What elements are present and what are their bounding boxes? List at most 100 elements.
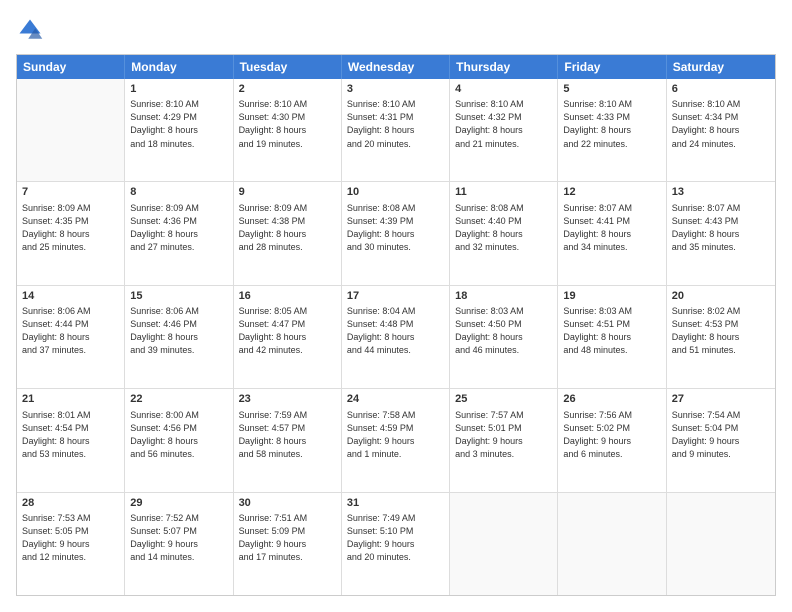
day-info: Sunrise: 7:56 AM Sunset: 5:02 PM Dayligh… [563,409,660,461]
day-info: Sunrise: 8:06 AM Sunset: 4:44 PM Dayligh… [22,305,119,357]
calendar-empty-cell [667,493,775,595]
calendar-day-cell: 2Sunrise: 8:10 AM Sunset: 4:30 PM Daylig… [234,79,342,181]
day-number: 27 [672,392,770,407]
logo-icon [16,16,44,44]
calendar-day-cell: 10 Sunrise: 8:08 AM Sunset: 4:39 PM Dayli… [342,182,450,284]
day-number: 17 [347,289,444,304]
calendar-day-cell: 14Sunrise: 8:06 AM Sunset: 4:44 PM Dayli… [17,286,125,388]
day-info: Sunrise: 8:10 AM Sunset: 4:30 PM Dayligh… [239,98,336,150]
day-number: 8 [130,185,227,200]
day-number: 22 [130,392,227,407]
calendar-day-cell: 9 Sunrise: 8:09 AM Sunset: 4:38 PM Daylig… [234,182,342,284]
calendar-day-cell: 28Sunrise: 7:53 AM Sunset: 5:05 PM Dayli… [17,493,125,595]
calendar-row: 7 Sunrise: 8:09 AM Sunset: 4:35 PM Daylig… [17,181,775,284]
weekday-header: Friday [558,55,666,79]
day-number: 1 [130,82,227,97]
calendar-day-cell: 1Sunrise: 8:10 AM Sunset: 4:29 PM Daylig… [125,79,233,181]
day-info: Sunrise: 7:58 AM Sunset: 4:59 PM Dayligh… [347,409,444,461]
day-number: 6 [672,82,770,97]
weekday-header: Saturday [667,55,775,79]
calendar-day-cell: 7 Sunrise: 8:09 AM Sunset: 4:35 PM Daylig… [17,182,125,284]
calendar-day-cell: 21 Sunrise: 8:01 AM Sunset: 4:54 PM Dayli… [17,389,125,491]
day-info: Sunrise: 8:09 AM Sunset: 4:35 PM Dayligh… [22,202,119,254]
logo [16,16,48,44]
day-number: 12 [563,185,660,200]
day-number: 5 [563,82,660,97]
header [16,16,776,44]
day-info: Sunrise: 8:00 AM Sunset: 4:56 PM Dayligh… [130,409,227,461]
calendar-day-cell: 20Sunrise: 8:02 AM Sunset: 4:53 PM Dayli… [667,286,775,388]
day-number: 24 [347,392,444,407]
day-number: 3 [347,82,444,97]
day-info: Sunrise: 8:03 AM Sunset: 4:50 PM Dayligh… [455,305,552,357]
day-info: Sunrise: 8:05 AM Sunset: 4:47 PM Dayligh… [239,305,336,357]
day-number: 26 [563,392,660,407]
calendar-day-cell: 19Sunrise: 8:03 AM Sunset: 4:51 PM Dayli… [558,286,666,388]
calendar-day-cell: 26 Sunrise: 7:56 AM Sunset: 5:02 PM Dayli… [558,389,666,491]
calendar: SundayMondayTuesdayWednesdayThursdayFrid… [16,54,776,596]
calendar-day-cell: 25 Sunrise: 7:57 AM Sunset: 5:01 PM Dayli… [450,389,558,491]
day-number: 13 [672,185,770,200]
day-info: Sunrise: 7:54 AM Sunset: 5:04 PM Dayligh… [672,409,770,461]
day-info: Sunrise: 8:02 AM Sunset: 4:53 PM Dayligh… [672,305,770,357]
calendar-empty-cell [558,493,666,595]
day-number: 28 [22,496,119,511]
day-number: 16 [239,289,336,304]
day-number: 9 [239,185,336,200]
calendar-day-cell: 22 Sunrise: 8:00 AM Sunset: 4:56 PM Dayli… [125,389,233,491]
calendar-day-cell: 31Sunrise: 7:49 AM Sunset: 5:10 PM Dayli… [342,493,450,595]
calendar-day-cell: 16Sunrise: 8:05 AM Sunset: 4:47 PM Dayli… [234,286,342,388]
calendar-day-cell: 23Sunrise: 7:59 AM Sunset: 4:57 PM Dayli… [234,389,342,491]
calendar-day-cell: 24 Sunrise: 7:58 AM Sunset: 4:59 PM Dayli… [342,389,450,491]
weekday-header: Thursday [450,55,558,79]
calendar-day-cell: 13 Sunrise: 8:07 AM Sunset: 4:43 PM Dayli… [667,182,775,284]
calendar-day-cell: 17Sunrise: 8:04 AM Sunset: 4:48 PM Dayli… [342,286,450,388]
day-info: Sunrise: 7:52 AM Sunset: 5:07 PM Dayligh… [130,512,227,564]
day-info: Sunrise: 7:51 AM Sunset: 5:09 PM Dayligh… [239,512,336,564]
calendar-row: 28Sunrise: 7:53 AM Sunset: 5:05 PM Dayli… [17,492,775,595]
day-number: 11 [455,185,552,200]
calendar-row: 14Sunrise: 8:06 AM Sunset: 4:44 PM Dayli… [17,285,775,388]
day-number: 15 [130,289,227,304]
day-number: 20 [672,289,770,304]
day-number: 2 [239,82,336,97]
day-info: Sunrise: 8:10 AM Sunset: 4:29 PM Dayligh… [130,98,227,150]
calendar-day-cell: 4Sunrise: 8:10 AM Sunset: 4:32 PM Daylig… [450,79,558,181]
day-number: 21 [22,392,119,407]
day-info: Sunrise: 8:09 AM Sunset: 4:38 PM Dayligh… [239,202,336,254]
calendar-day-cell: 8Sunrise: 8:09 AM Sunset: 4:36 PM Daylig… [125,182,233,284]
calendar-day-cell: 15Sunrise: 8:06 AM Sunset: 4:46 PM Dayli… [125,286,233,388]
day-number: 10 [347,185,444,200]
day-info: Sunrise: 8:01 AM Sunset: 4:54 PM Dayligh… [22,409,119,461]
day-number: 18 [455,289,552,304]
calendar-empty-cell [450,493,558,595]
calendar-row: 1Sunrise: 8:10 AM Sunset: 4:29 PM Daylig… [17,79,775,181]
day-info: Sunrise: 8:07 AM Sunset: 4:43 PM Dayligh… [672,202,770,254]
calendar-day-cell: 30Sunrise: 7:51 AM Sunset: 5:09 PM Dayli… [234,493,342,595]
calendar-row: 21 Sunrise: 8:01 AM Sunset: 4:54 PM Dayli… [17,388,775,491]
calendar-day-cell: 18Sunrise: 8:03 AM Sunset: 4:50 PM Dayli… [450,286,558,388]
day-info: Sunrise: 8:08 AM Sunset: 4:40 PM Dayligh… [455,202,552,254]
day-number: 30 [239,496,336,511]
day-info: Sunrise: 8:08 AM Sunset: 4:39 PM Dayligh… [347,202,444,254]
day-number: 25 [455,392,552,407]
calendar-day-cell: 3Sunrise: 8:10 AM Sunset: 4:31 PM Daylig… [342,79,450,181]
day-info: Sunrise: 8:10 AM Sunset: 4:34 PM Dayligh… [672,98,770,150]
day-info: Sunrise: 7:59 AM Sunset: 4:57 PM Dayligh… [239,409,336,461]
weekday-header: Monday [125,55,233,79]
day-info: Sunrise: 7:49 AM Sunset: 5:10 PM Dayligh… [347,512,444,564]
page: SundayMondayTuesdayWednesdayThursdayFrid… [0,0,792,612]
day-info: Sunrise: 8:06 AM Sunset: 4:46 PM Dayligh… [130,305,227,357]
day-info: Sunrise: 7:57 AM Sunset: 5:01 PM Dayligh… [455,409,552,461]
weekday-header: Sunday [17,55,125,79]
day-number: 4 [455,82,552,97]
calendar-day-cell: 12Sunrise: 8:07 AM Sunset: 4:41 PM Dayli… [558,182,666,284]
weekday-header: Wednesday [342,55,450,79]
day-info: Sunrise: 8:03 AM Sunset: 4:51 PM Dayligh… [563,305,660,357]
calendar-body: 1Sunrise: 8:10 AM Sunset: 4:29 PM Daylig… [17,79,775,595]
day-number: 19 [563,289,660,304]
day-number: 7 [22,185,119,200]
calendar-day-cell: 6Sunrise: 8:10 AM Sunset: 4:34 PM Daylig… [667,79,775,181]
day-info: Sunrise: 8:10 AM Sunset: 4:32 PM Dayligh… [455,98,552,150]
day-info: Sunrise: 8:10 AM Sunset: 4:33 PM Dayligh… [563,98,660,150]
